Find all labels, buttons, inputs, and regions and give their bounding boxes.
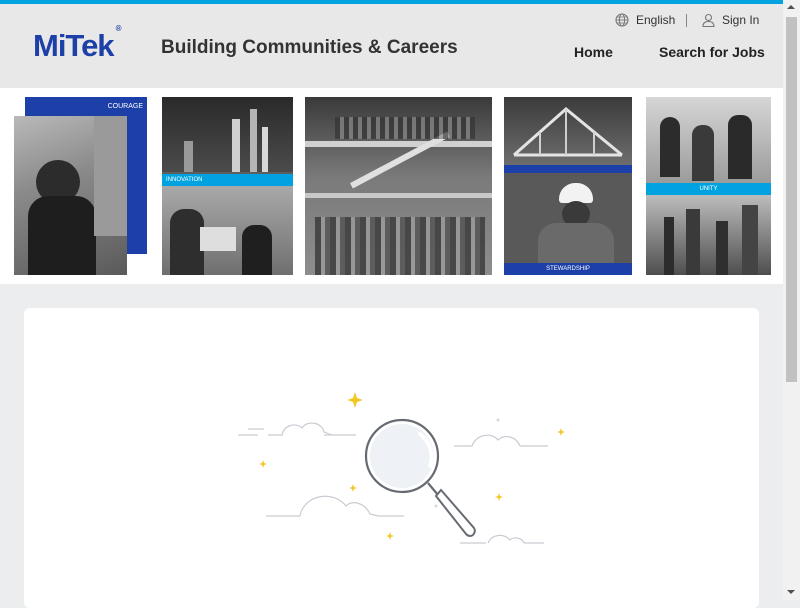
cloud-icon [266, 495, 404, 517]
vertical-scrollbar[interactable] [783, 0, 800, 600]
nav-search-jobs[interactable]: Search for Jobs [659, 44, 765, 60]
site-tagline: Building Communities & Careers [161, 37, 458, 58]
cloud-icon [460, 534, 544, 544]
scroll-up-arrow[interactable] [787, 5, 795, 9]
stewardship-caption: STEWARDSHIP [504, 263, 632, 275]
scrollbar-thumb[interactable] [786, 17, 797, 382]
mitek-logo[interactable]: MiTek ® [33, 24, 121, 64]
user-icon [702, 13, 715, 27]
cloud-icon [454, 434, 548, 447]
content-card [24, 308, 759, 608]
innovation-caption: INNOVATION [162, 174, 293, 186]
nav-home[interactable]: Home [574, 44, 613, 60]
scroll-down-arrow[interactable] [787, 590, 795, 594]
banner-panel-unity: UNITY [646, 97, 771, 275]
magnifier-illustration [364, 418, 476, 538]
sign-in-link[interactable]: Sign In [702, 13, 759, 27]
banner-panel-stewardship: STEWARDSHIP [504, 97, 632, 275]
courage-photo [14, 116, 127, 275]
values-banner: COURAGE INNOVATION STEWARDSHIP UNITY [0, 88, 783, 284]
language-label: English [636, 13, 676, 27]
banner-panel-team [305, 97, 492, 275]
unity-caption: UNITY [646, 183, 771, 195]
empty-search-illustration [238, 392, 564, 544]
globe-icon [615, 13, 629, 27]
courage-caption: COURAGE [107, 103, 143, 110]
sign-in-label: Sign In [722, 13, 760, 27]
site-header: MiTek ® Building Communities & Careers En… [0, 4, 783, 88]
utility-divider [686, 14, 687, 27]
language-selector[interactable]: English [615, 13, 675, 27]
banner-panel-innovation: INNOVATION [162, 97, 293, 275]
cloud-icon [238, 422, 356, 436]
